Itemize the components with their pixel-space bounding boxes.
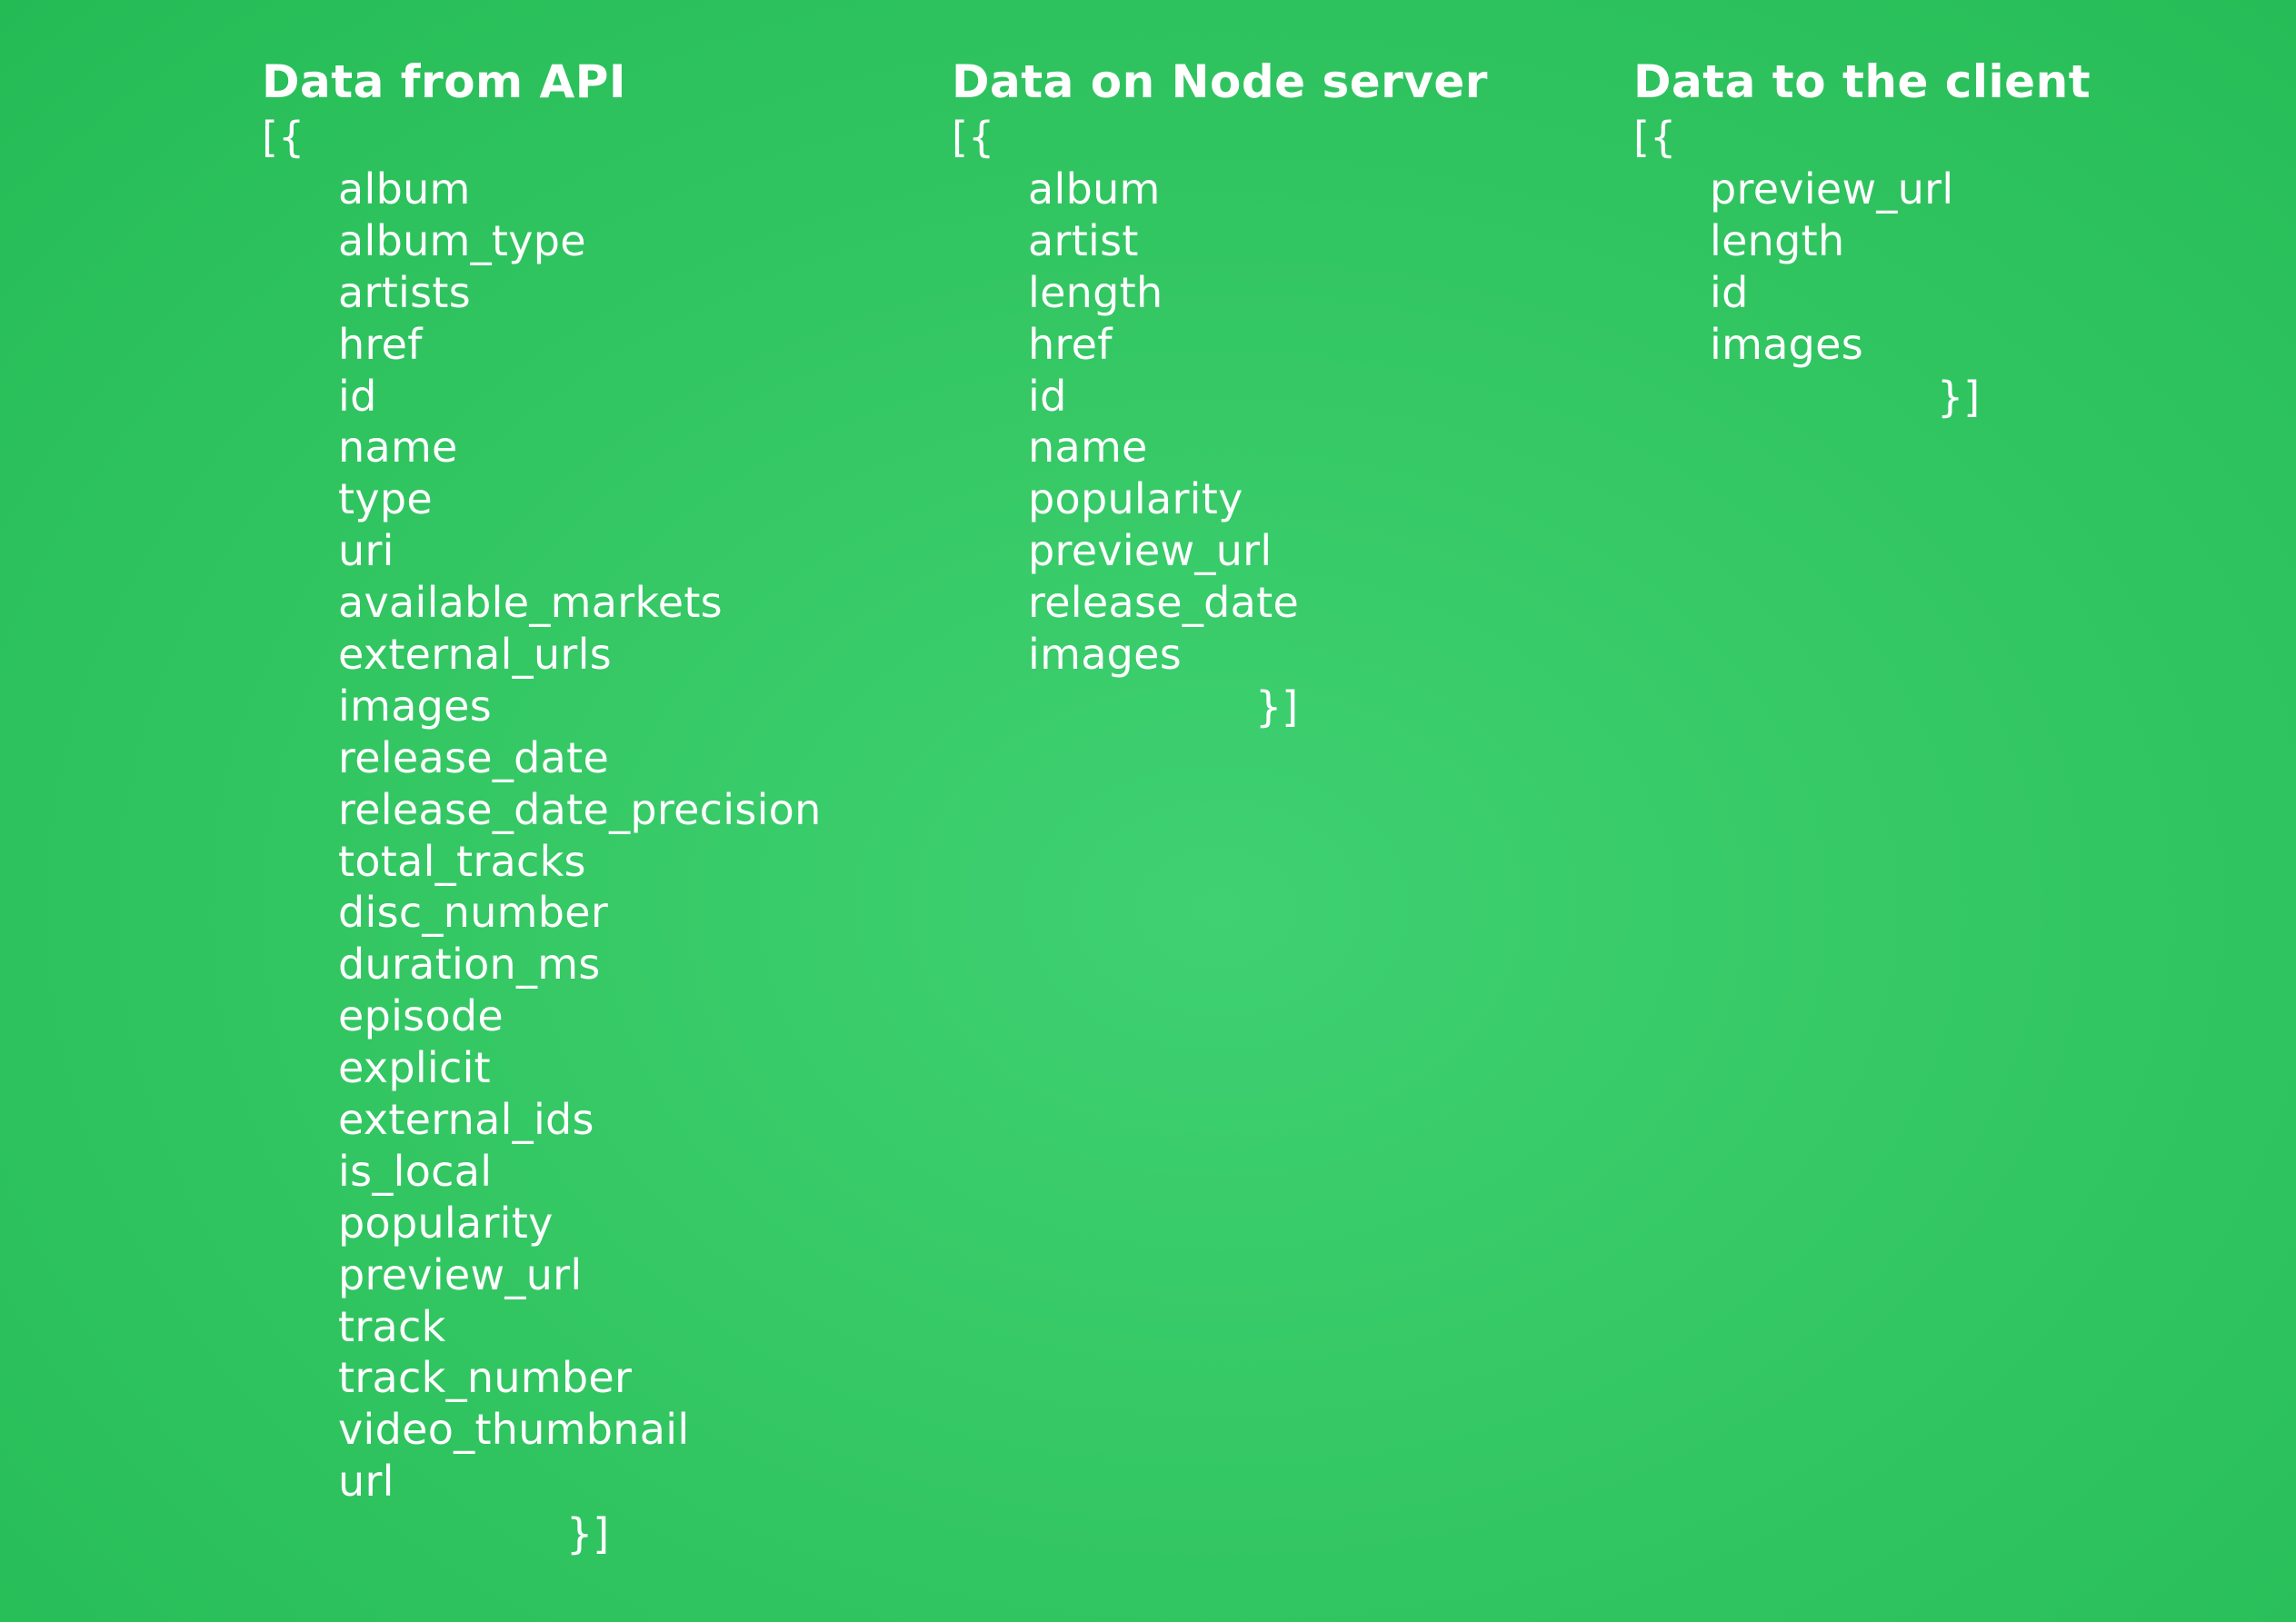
field-item: images	[338, 681, 493, 731]
column-title: Data on Node server	[952, 55, 1488, 108]
field-item: preview_url	[1710, 164, 1954, 214]
field-item: duration_ms	[338, 940, 601, 990]
field-item: video_thumbnail	[338, 1405, 690, 1455]
field-item: track_number	[338, 1353, 633, 1403]
field-item: preview_url	[338, 1249, 583, 1299]
close-bracket: }]	[1255, 682, 1299, 731]
field-item: images	[1028, 630, 1183, 680]
open-bracket: [{	[262, 113, 305, 162]
field-list: album artist length href id name popularity pre…	[952, 164, 1488, 681]
field-item: name	[338, 423, 458, 473]
open-bracket: [{	[1633, 113, 1677, 162]
field-item: total_tracks	[338, 836, 586, 886]
field-item: release_date	[338, 732, 610, 782]
field-item: id	[338, 371, 377, 421]
field-item: uri	[338, 526, 394, 576]
field-item: album_type	[338, 215, 586, 265]
field-item: type	[338, 474, 433, 524]
field-item: external_ids	[338, 1095, 594, 1145]
page: { "columns": [ { "title": "Data from API…	[0, 0, 2296, 1622]
field-item: explicit	[338, 1043, 491, 1093]
open-bracket: [{	[952, 113, 995, 162]
field-item: album	[1028, 164, 1161, 214]
field-item: name	[1028, 423, 1148, 473]
close-bracket: }]	[566, 1509, 610, 1559]
field-item: length	[1710, 215, 1845, 265]
field-item: episode	[338, 991, 504, 1041]
close-bracket: }]	[1937, 372, 1981, 422]
field-item: artists	[338, 267, 471, 317]
column-title: Data to the client	[1633, 55, 2091, 108]
field-item: url	[338, 1457, 394, 1507]
field-item: release_date_precision	[338, 784, 822, 834]
field-item: id	[1710, 267, 1749, 317]
field-item: external_urls	[338, 630, 612, 680]
column-data-to-the-client: Data to the client [{ preview_url length i…	[1633, 53, 2091, 423]
field-item: images	[1710, 319, 1864, 369]
field-item: length	[1028, 267, 1163, 317]
column-data-on-node-server: Data on Node server [{ album artist length…	[952, 53, 1488, 733]
field-item: disc_number	[338, 888, 609, 938]
field-item: preview_url	[1028, 526, 1273, 576]
column-title: Data from API	[262, 55, 627, 108]
field-item: popularity	[338, 1198, 554, 1248]
field-item: is_local	[338, 1146, 493, 1196]
field-item: artist	[1028, 215, 1139, 265]
field-list: album album_type artists href id name type uri a…	[262, 164, 822, 1508]
field-item: available_markets	[338, 578, 723, 628]
field-item: release_date	[1028, 578, 1300, 628]
field-item: popularity	[1028, 474, 1243, 524]
field-item: href	[1028, 319, 1113, 369]
field-item: track	[338, 1301, 446, 1351]
field-item: id	[1028, 371, 1067, 421]
column-data-from-api: Data from API [{ album album_type artists h…	[262, 53, 822, 1560]
field-item: album	[338, 164, 471, 214]
field-list: preview_url length id images	[1633, 164, 2091, 371]
field-item: href	[338, 319, 423, 369]
